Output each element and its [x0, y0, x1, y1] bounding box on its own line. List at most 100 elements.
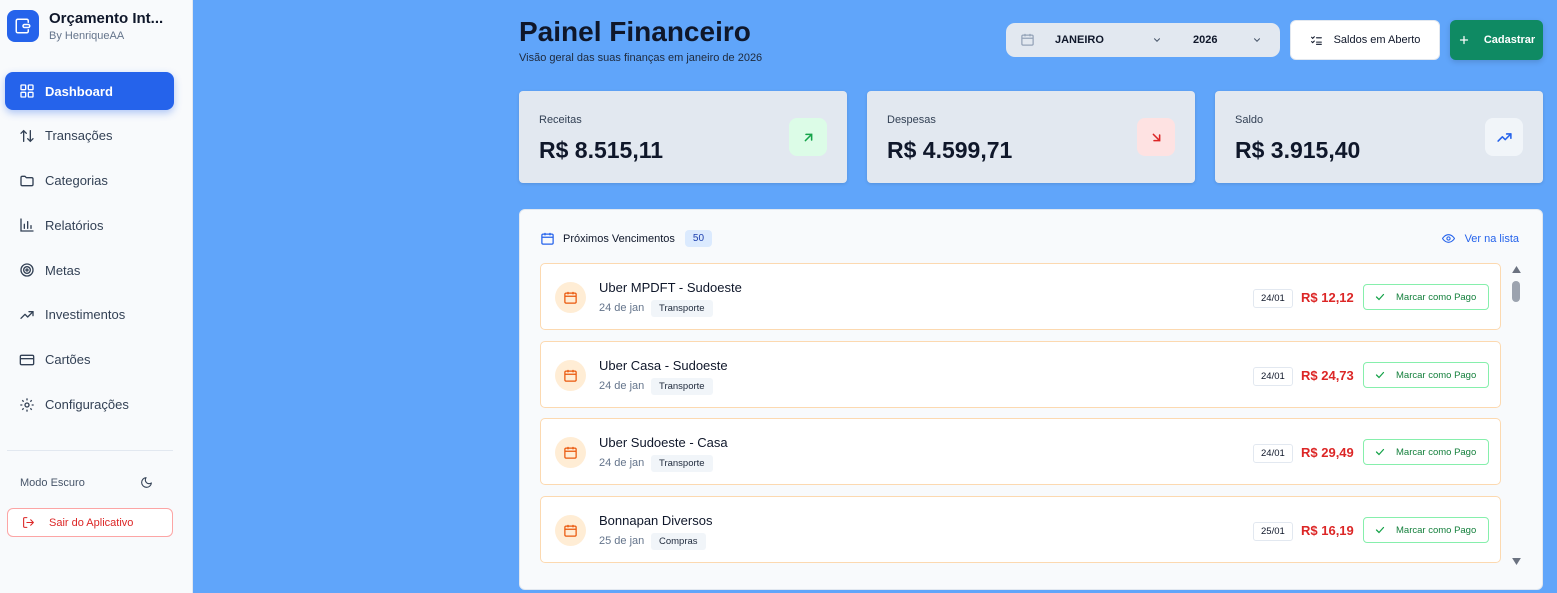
- bar-chart-icon: [20, 218, 34, 233]
- gear-icon: [20, 397, 34, 412]
- check-icon: [1375, 293, 1385, 301]
- period-selector: JANEIRO 2026: [1006, 23, 1280, 57]
- logout-button[interactable]: Sair do Aplicativo: [7, 508, 173, 537]
- bill-name: Uber MPDFT - Sudoeste: [599, 280, 742, 295]
- calendar-icon: [555, 282, 586, 313]
- scroll-up-arrow-icon[interactable]: [1512, 266, 1521, 273]
- month-select[interactable]: JANEIRO: [1055, 34, 1104, 46]
- arrows-up-down-icon: [20, 129, 34, 143]
- stat-card-saldo: Saldo R$ 3.915,40: [1215, 91, 1543, 183]
- due-day: 24/01: [1253, 444, 1293, 463]
- sidebar-item-configuracoes[interactable]: Configurações: [5, 386, 174, 424]
- list-item[interactable]: Uber Sudoeste - Casa 24 de jan Transport…: [540, 418, 1501, 485]
- mark-paid-button[interactable]: Marcar como Pago: [1363, 284, 1489, 310]
- sidebar-item-label: Cartões: [45, 352, 91, 368]
- bill-date: 25 de jan: [599, 535, 645, 547]
- add-label: Cadastrar: [1483, 34, 1536, 46]
- dark-mode-label: Modo Escuro: [20, 476, 85, 489]
- credit-card-icon: [19, 354, 35, 366]
- check-icon: [1375, 526, 1385, 534]
- category-badge: Compras: [651, 533, 706, 550]
- sidebar-item-categorias[interactable]: Categorias: [5, 162, 174, 200]
- logout-icon: [23, 517, 34, 528]
- mark-paid-button[interactable]: Marcar como Pago: [1363, 362, 1489, 388]
- trending-up-icon: [1485, 118, 1523, 156]
- count-badge: 50: [684, 230, 713, 247]
- year-select[interactable]: 2026: [1193, 34, 1217, 46]
- bill-date: 24 de jan: [599, 380, 645, 392]
- due-day: 24/01: [1253, 289, 1293, 308]
- sidebar-nav: Dashboard Transações Categorias Relatóri…: [5, 72, 174, 430]
- stat-value: R$ 8.515,11: [539, 137, 664, 163]
- dark-mode-toggle[interactable]: Modo Escuro: [20, 476, 153, 489]
- sidebar-item-dashboard[interactable]: Dashboard: [5, 72, 174, 110]
- sidebar-item-metas[interactable]: Metas: [5, 251, 174, 289]
- calendar-icon: [555, 437, 586, 468]
- page-title: Painel Financeiro: [519, 16, 751, 47]
- sidebar-item-label: Categorias: [45, 173, 108, 189]
- category-badge: Transporte: [651, 455, 713, 472]
- sidebar-item-label: Metas: [45, 262, 81, 278]
- open-balances-button[interactable]: Saldos em Aberto: [1290, 20, 1440, 60]
- stat-label: Despesas: [887, 114, 936, 126]
- stat-value: R$ 4.599,71: [887, 137, 1013, 163]
- wallet-icon: [7, 10, 39, 42]
- brand[interactable]: Orçamento Int... By HenriqueAA: [7, 10, 179, 42]
- category-badge: Transporte: [651, 378, 713, 395]
- upcoming-bills-panel: Próximos Vencimentos 50 Ver na lista Ube…: [519, 209, 1543, 590]
- chevron-down-icon[interactable]: [1152, 35, 1162, 45]
- list-item[interactable]: Bonnapan Diversos 25 de jan Compras 25/0…: [540, 496, 1501, 563]
- open-balances-label: Saldos em Aberto: [1333, 34, 1421, 46]
- sidebar: Orçamento Int... By HenriqueAA Dashboard…: [0, 0, 193, 593]
- sidebar-item-label: Relatórios: [45, 217, 104, 233]
- dashboard-icon: [20, 84, 34, 98]
- trending-up-icon: [20, 310, 34, 319]
- bill-amount: R$ 29,49: [1301, 445, 1354, 460]
- bill-name: Uber Casa - Sudoeste: [599, 358, 728, 373]
- sidebar-item-cartoes[interactable]: Cartões: [5, 341, 174, 379]
- mark-paid-label: Marcar como Pago: [1396, 369, 1477, 381]
- moon-icon: [141, 477, 152, 488]
- calendar-icon: [541, 232, 554, 245]
- list-checks-icon: [1310, 35, 1322, 45]
- scrollbar-thumb[interactable]: [1512, 281, 1520, 302]
- scrollbar[interactable]: [1510, 266, 1522, 568]
- stat-card-despesas: Despesas R$ 4.599,71: [867, 91, 1195, 183]
- eye-icon: [1441, 234, 1455, 243]
- check-icon: [1375, 448, 1385, 456]
- panel-title: Próximos Vencimentos: [563, 232, 675, 245]
- brand-subtitle: By HenriqueAA: [49, 30, 125, 42]
- page-subtitle: Visão geral das suas finanças em janeiro…: [519, 52, 763, 64]
- see-list-label: Ver na lista: [1464, 232, 1519, 245]
- bill-amount: R$ 24,73: [1301, 368, 1354, 383]
- target-icon: [20, 263, 34, 277]
- scroll-down-arrow-icon[interactable]: [1512, 558, 1521, 565]
- add-button[interactable]: Cadastrar: [1450, 20, 1543, 60]
- folder-icon: [20, 175, 34, 186]
- sidebar-item-transacoes[interactable]: Transações: [5, 117, 174, 155]
- arrow-down-right-icon: [1137, 118, 1175, 156]
- bill-date: 24 de jan: [599, 457, 645, 469]
- list-item[interactable]: Uber Casa - Sudoeste 24 de jan Transport…: [540, 341, 1501, 408]
- see-list-link[interactable]: Ver na lista: [1441, 232, 1519, 245]
- calendar-icon: [555, 515, 586, 546]
- check-icon: [1375, 371, 1385, 379]
- sidebar-item-label: Dashboard: [45, 83, 113, 99]
- mark-paid-button[interactable]: Marcar como Pago: [1363, 439, 1489, 465]
- sidebar-item-relatorios[interactable]: Relatórios: [5, 206, 174, 244]
- plus-icon: [1459, 35, 1468, 45]
- category-badge: Transporte: [651, 300, 713, 317]
- list-item[interactable]: Uber MPDFT - Sudoeste 24 de jan Transpor…: [540, 263, 1501, 330]
- mark-paid-label: Marcar como Pago: [1396, 446, 1477, 458]
- panel-header: Próximos Vencimentos 50: [540, 230, 713, 247]
- chevron-down-icon[interactable]: [1252, 35, 1262, 45]
- stat-label: Saldo: [1235, 114, 1264, 126]
- bill-amount: R$ 16,19: [1301, 523, 1354, 538]
- bill-amount: R$ 12,12: [1301, 290, 1354, 305]
- calendar-icon: [1021, 33, 1034, 46]
- mark-paid-button[interactable]: Marcar como Pago: [1363, 517, 1489, 543]
- logout-label: Sair do Aplicativo: [49, 516, 134, 529]
- sidebar-item-investimentos[interactable]: Investimentos: [5, 296, 174, 334]
- stat-label: Receitas: [539, 114, 582, 126]
- mark-paid-label: Marcar como Pago: [1396, 524, 1477, 536]
